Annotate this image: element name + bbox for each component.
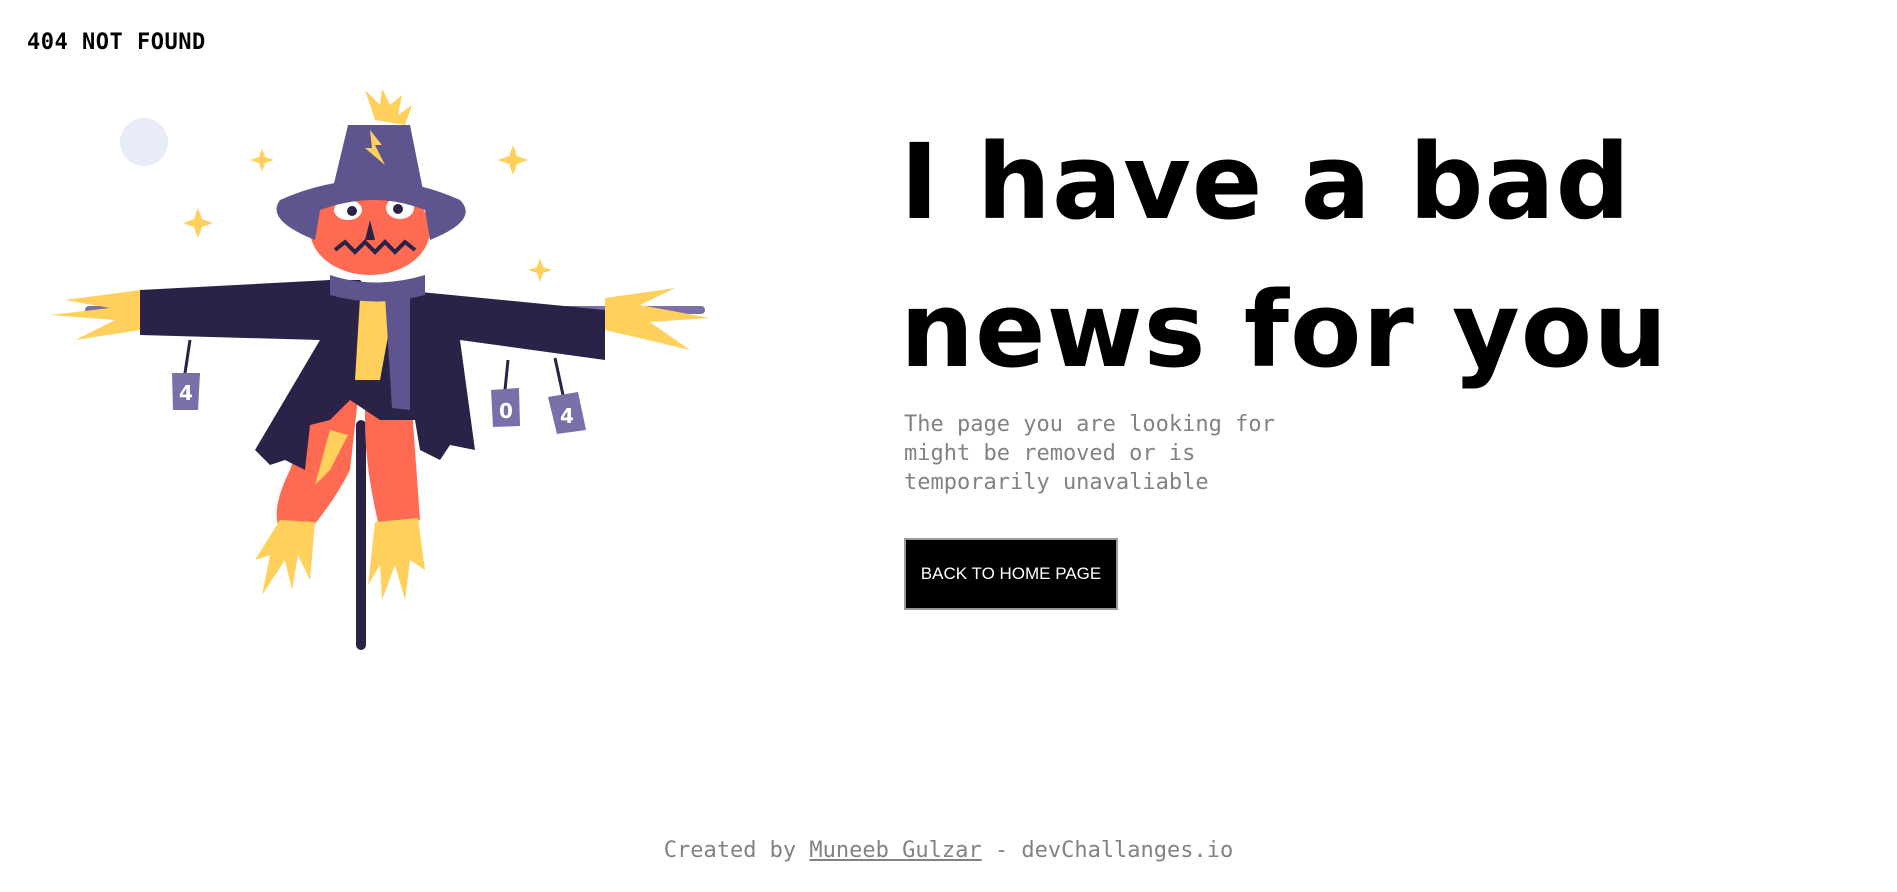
author-link[interactable]: Muneeb Gulzar bbox=[809, 838, 981, 863]
page-headline: I have a bad news for you bbox=[900, 121, 1669, 391]
can-label: 4 bbox=[560, 404, 574, 428]
footer: Created by Muneeb Gulzar - devChallanges… bbox=[0, 838, 1897, 863]
moon-icon bbox=[120, 118, 168, 166]
straw-feet bbox=[255, 518, 425, 600]
footer-suffix: - devChallanges.io bbox=[981, 838, 1234, 863]
straw-right bbox=[605, 288, 710, 350]
page-description: The page you are looking for might be re… bbox=[904, 412, 1275, 495]
pole bbox=[356, 420, 366, 650]
scarecrow-illustration: 4 0 4 bbox=[50, 90, 710, 650]
back-to-home-button[interactable]: BACK TO HOME PAGE bbox=[904, 538, 1118, 610]
site-title: 404 NOT FOUND bbox=[27, 30, 206, 55]
straw-left bbox=[50, 290, 140, 340]
page: 404 NOT FOUND 4 0 4 I have a bad news fo… bbox=[0, 0, 1897, 892]
footer-prefix: Created by bbox=[663, 838, 810, 863]
can-label: 4 bbox=[179, 381, 193, 405]
can-label: 0 bbox=[499, 399, 513, 423]
